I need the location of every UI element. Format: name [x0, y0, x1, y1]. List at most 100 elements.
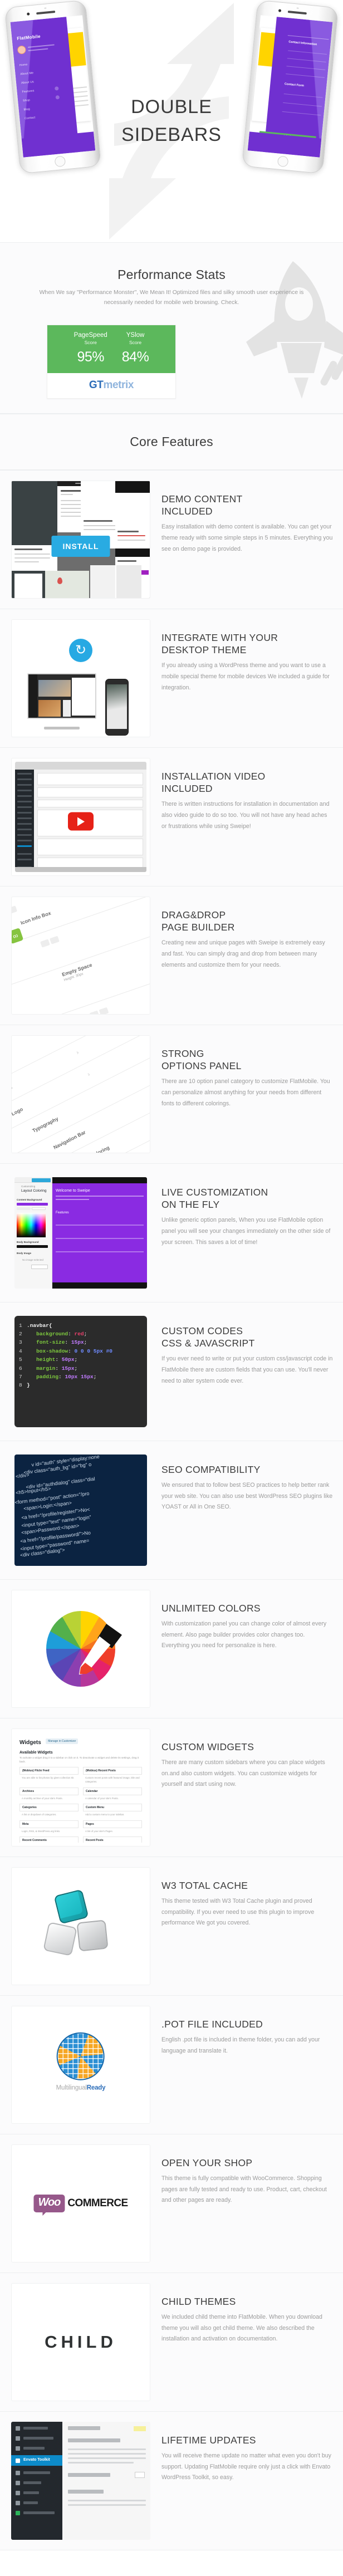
- select-image-button[interactable]: [31, 1264, 48, 1269]
- wp-notice: [37, 772, 143, 785]
- play-icon[interactable]: [68, 812, 94, 831]
- cubes-icon: [43, 1889, 117, 1962]
- wp-menu-item: [17, 789, 32, 791]
- css-code-block: 1 .navbar{ 2 background: red; 3 font-size…: [14, 1315, 147, 1427]
- products-icon: [16, 2446, 20, 2451]
- yslow-value: 84%: [121, 349, 149, 365]
- mosaic-photo: [14, 573, 42, 598]
- menu-item-users[interactable]: [23, 2491, 39, 2494]
- phone-screen-left: FlatMobile Home About Me About Us Featur…: [10, 15, 96, 158]
- core-features-header: Core Features: [10, 429, 333, 455]
- wp-menu-item: [17, 834, 32, 836]
- widget-desc: A monthly archive of your site's Posts.: [22, 1796, 63, 1800]
- content-background-label: Content Background: [17, 1198, 42, 1201]
- widget-name[interactable]: Custom Menu: [83, 1804, 142, 1812]
- widget-name[interactable]: Pages: [83, 1820, 142, 1828]
- line-number: 7: [19, 1373, 22, 1380]
- feature-copy: W3 TOTAL CACHE This theme tested with W3…: [161, 1867, 333, 1929]
- body-text-line: [68, 2452, 146, 2455]
- customizer-section-title: Layout Coloring: [21, 1188, 47, 1193]
- menu-item-plugins[interactable]: [23, 2481, 41, 2484]
- menu-item-appearance[interactable]: [23, 2471, 50, 2474]
- widget-cell: Meta Login, RSS, & WordPress.org links.: [19, 1820, 79, 1837]
- heading-github-updater: [68, 2489, 104, 2494]
- globe-icon: [56, 2032, 105, 2080]
- save-publish-button[interactable]: [32, 1178, 51, 1182]
- row-control-chip[interactable]: [89, 1010, 100, 1014]
- wp-admin-envato: Envato Toolkit: [11, 2421, 150, 2540]
- widget-desc: Add a custom menu to your sidebar.: [85, 1813, 125, 1816]
- body-text-line: [68, 2448, 146, 2450]
- feature-w3-total-cache: W3 TOTAL CACHE This theme tested with W3…: [0, 1856, 343, 1995]
- envato-icon: [16, 2458, 20, 2463]
- feature-child-themes: CHILD CHILD THEMES We included child the…: [0, 2272, 343, 2411]
- install-button[interactable]: INSTALL: [51, 536, 110, 557]
- wp-menu-item: [17, 817, 32, 819]
- tilted-rows: App Nav Icons Logo Typography Navigation…: [12, 1035, 150, 1153]
- feature-copy: INSTALLATION VIDEO INCLUDED There is wri…: [161, 758, 333, 832]
- phone-home-button: [277, 155, 289, 168]
- widget-name[interactable]: Recent Comments: [19, 1836, 79, 1843]
- menu-item-woocommerce[interactable]: [23, 2436, 53, 2440]
- widget-name[interactable]: Categories: [19, 1804, 79, 1812]
- heading-backup-information: [68, 2438, 120, 2442]
- feature-woocommerce: Woo COMMERCE OPEN YOUR SHOP This theme i…: [0, 2133, 343, 2273]
- body-color-button[interactable]: [17, 1245, 48, 1248]
- feature-text: You will receive theme update no matter …: [161, 2452, 331, 2481]
- preview-line: [56, 1195, 144, 1197]
- menu-item-products[interactable]: [23, 2446, 45, 2450]
- color-picker-swatch[interactable]: [17, 1212, 46, 1237]
- wp-menu-item: [17, 806, 32, 808]
- widget-cell: Calendar A calendar of your site's Posts…: [83, 1787, 142, 1804]
- sidebar-item-blog[interactable]: Blog: [23, 107, 30, 111]
- feature-text: There are many custom sidebars where you…: [161, 1759, 325, 1788]
- tab-select-color[interactable]: [17, 1207, 31, 1210]
- tab-default[interactable]: [32, 1207, 46, 1210]
- screen-bar: [115, 481, 150, 493]
- body-text-line: [68, 2499, 146, 2501]
- phone-camera: [278, 9, 282, 12]
- visual-composer-icon: [16, 2510, 20, 2515]
- wp-menu-item: [17, 783, 32, 786]
- manage-in-customizer-button[interactable]: Manage in Customizer: [46, 1738, 79, 1745]
- feature-text: This theme is fully compatible with WooC…: [161, 2175, 327, 2204]
- performance-header: Performance Stats When We say "Performan…: [0, 255, 343, 312]
- gtmetrix-logo-gt: GT: [89, 379, 104, 391]
- current-color-button[interactable]: [17, 1202, 48, 1206]
- html-code-backdrop: v id="auth" style="display:none <div cla…: [14, 1454, 147, 1566]
- row-add-chip[interactable]: [12, 905, 18, 914]
- widget-name[interactable]: Archives: [19, 1787, 79, 1795]
- preview-title: Welcome to Sweipe: [56, 1188, 90, 1193]
- css-value: 50px: [61, 1356, 75, 1363]
- core-features-section: Core Features: [0, 413, 343, 470]
- widget-cell: Recent Posts: [83, 1836, 142, 1843]
- feature-copy: LIVE CUSTOMIZATION ON THE FLY Unlike gen…: [161, 1174, 333, 1248]
- line-number: 4: [19, 1348, 22, 1354]
- screen-bar: [115, 548, 150, 557]
- menu-item-visual-composer[interactable]: [23, 2511, 55, 2514]
- preview-bottombar: [52, 1282, 147, 1289]
- widget-name[interactable]: Calendar: [83, 1787, 142, 1795]
- widget-cell: Pages A list of your site's Pages.: [83, 1820, 142, 1837]
- feature-title-seo: SEO COMPATIBILITY: [161, 1463, 261, 1475]
- performance-stats-section: Performance Stats When We say "Performan…: [0, 242, 343, 414]
- feature-live-customization: Customizing Layout Coloring Content Back…: [0, 1163, 343, 1302]
- widget-name[interactable]: (Mobius) Flickr Feed: [19, 1767, 79, 1775]
- menu-item-tools[interactable]: [23, 2501, 38, 2504]
- widget-name[interactable]: Recent Posts: [83, 1836, 142, 1843]
- sidebar-item-shop[interactable]: Shop: [23, 99, 30, 102]
- row-add-chip[interactable]: [99, 1007, 109, 1014]
- commerce-wordmark: COMMERCE: [67, 2197, 128, 2209]
- feature-copy: CUSTOM WIDGETS There are many custom sid…: [161, 1728, 333, 1790]
- menu-item-contact[interactable]: [23, 2426, 48, 2430]
- toggle-stop-backup[interactable]: [135, 2471, 145, 2478]
- monitor-stand: [44, 726, 80, 729]
- caption-multilingual: Multilingual: [56, 2084, 87, 2092]
- color-wheel-illustration: [11, 1589, 150, 1708]
- widgets-help-text: To activate a widget drag it to a sideba…: [19, 1756, 139, 1763]
- installation-video-thumbnail[interactable]: [11, 757, 150, 876]
- preview-line: [56, 1237, 144, 1239]
- widget-name[interactable]: (Mobius) Recent Posts: [83, 1767, 142, 1775]
- widget-name[interactable]: Meta: [19, 1820, 79, 1828]
- preview-line: [56, 1224, 144, 1226]
